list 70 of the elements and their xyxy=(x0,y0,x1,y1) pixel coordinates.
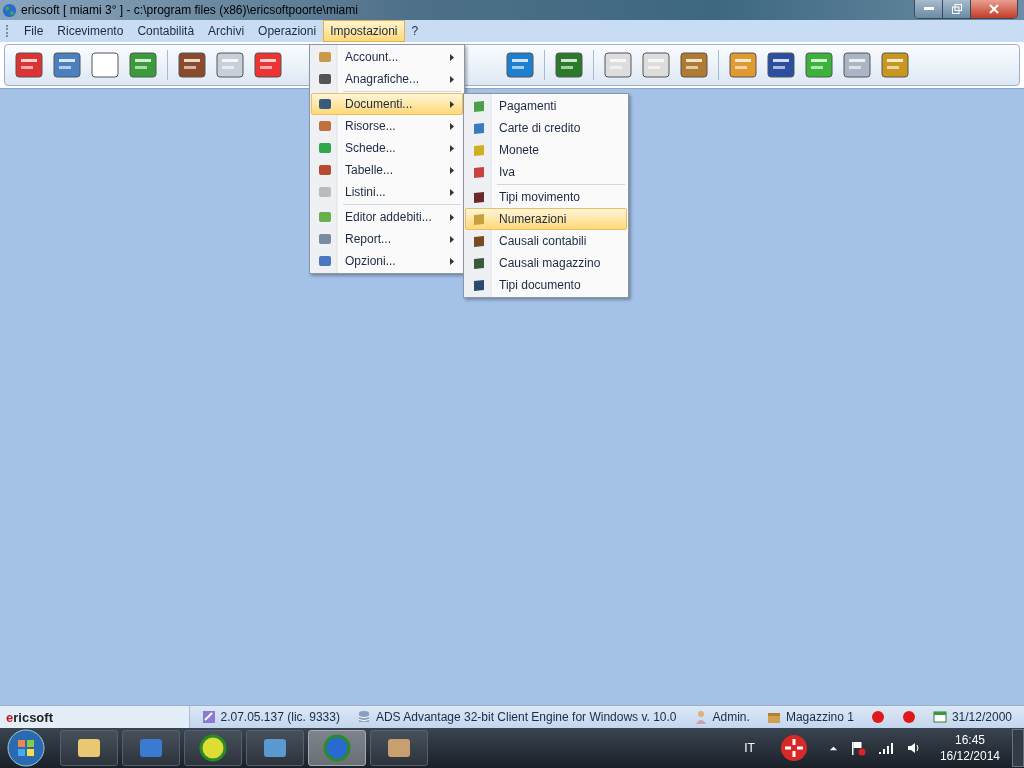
menu-item[interactable]: Tipi movimento xyxy=(465,186,627,208)
submenu-arrow-icon xyxy=(450,53,454,61)
submenu-arrow-icon xyxy=(450,213,454,221)
menu-item[interactable]: Impostazioni xyxy=(323,20,405,42)
menu-item[interactable]: Editor addebiti... xyxy=(311,206,463,228)
taskbar-button[interactable] xyxy=(60,730,118,766)
version-text: 2.07.05.137 (lic. 9333) xyxy=(220,710,340,724)
close-button[interactable] xyxy=(971,0,1017,18)
speaker-icon[interactable] xyxy=(905,740,922,756)
menu-item[interactable]: Tabelle... xyxy=(311,159,463,181)
menu-item[interactable]: Anagrafiche... xyxy=(311,68,463,90)
user-icon xyxy=(693,710,708,724)
status-dot xyxy=(870,710,885,724)
database-engine-text: ADS Advantage 32-bit Client Engine for Windows v. 10.0 xyxy=(375,710,677,724)
clock-date: 16/12/2014 xyxy=(939,748,1000,764)
tray-app-icon[interactable] xyxy=(778,733,809,763)
menu-item[interactable]: Pagamenti xyxy=(465,95,627,117)
submenu-arrow-icon xyxy=(450,188,454,196)
show-desktop-button[interactable] xyxy=(1012,729,1024,767)
signal-icon[interactable] xyxy=(877,740,894,756)
menu-item[interactable]: Opzioni... xyxy=(311,250,463,272)
menu-item[interactable]: Carte di credito xyxy=(465,117,627,139)
menu-item[interactable]: Documenti... xyxy=(311,93,463,115)
menu-item[interactable]: Numerazioni xyxy=(465,208,627,230)
box-icon xyxy=(766,710,781,724)
menu-item[interactable]: Operazioni xyxy=(251,20,324,42)
submenu-arrow-icon xyxy=(450,100,454,108)
menu-item[interactable]: Contabilità xyxy=(130,20,202,42)
globe-icon xyxy=(323,734,351,762)
date-text: 31/12/2000 xyxy=(951,710,1012,724)
menu-item[interactable]: Listini... xyxy=(311,181,463,203)
menu-item[interactable]: Schede... xyxy=(311,137,463,159)
user-text: Admin. xyxy=(712,710,750,724)
flag-icon[interactable] xyxy=(849,740,866,756)
globe-icon xyxy=(2,2,17,18)
taskbar-button[interactable] xyxy=(246,730,304,766)
menu-item[interactable]: Tipi documento xyxy=(465,274,627,296)
clock-time: 16:45 xyxy=(954,732,985,748)
menu-item[interactable]: Report... xyxy=(311,228,463,250)
database-icon xyxy=(356,710,371,724)
menu-item[interactable]: Ricevimento xyxy=(50,20,131,42)
menu-item[interactable]: Risorse... xyxy=(311,115,463,137)
submenu-arrow-icon xyxy=(450,235,454,243)
menu-item[interactable]: Causali contabili xyxy=(465,230,627,252)
submenu-arrow-icon xyxy=(450,257,454,265)
status-dot xyxy=(901,710,916,724)
close-icon xyxy=(989,4,999,14)
taskbar-button[interactable] xyxy=(184,730,242,766)
language-indicator[interactable]: IT xyxy=(744,741,755,755)
submenu-arrow-icon xyxy=(450,144,454,152)
menu-item[interactable]: Monete xyxy=(465,139,627,161)
clock[interactable]: 16:45 16/12/2014 xyxy=(939,732,1000,764)
restore-button[interactable] xyxy=(943,0,971,18)
menu-item[interactable]: Archivi xyxy=(201,20,252,42)
minimize-button[interactable] xyxy=(915,0,943,18)
restore-icon xyxy=(951,4,962,14)
minimize-icon xyxy=(923,7,934,11)
menu-item[interactable]: Account... xyxy=(311,46,463,68)
submenu-arrow-icon xyxy=(450,122,454,130)
app-name: ericsoft xyxy=(6,709,53,725)
window-title: ericsoft [ miami 3° ] - c:\program files (x86)\ericsoftpoorte\miami xyxy=(21,3,358,17)
taskbar-button[interactable] xyxy=(370,730,428,766)
menu-item[interactable]: Causali magazzino xyxy=(465,252,627,274)
menu-item[interactable]: File xyxy=(17,20,51,42)
submenu-arrow-icon xyxy=(450,166,454,174)
menu-item[interactable]: ? xyxy=(404,20,426,42)
start-button[interactable] xyxy=(6,728,46,768)
menu-item[interactable]: Iva xyxy=(465,161,627,183)
submenu-arrow-icon xyxy=(450,75,454,83)
warehouse-text: Magazzino 1 xyxy=(785,710,854,724)
